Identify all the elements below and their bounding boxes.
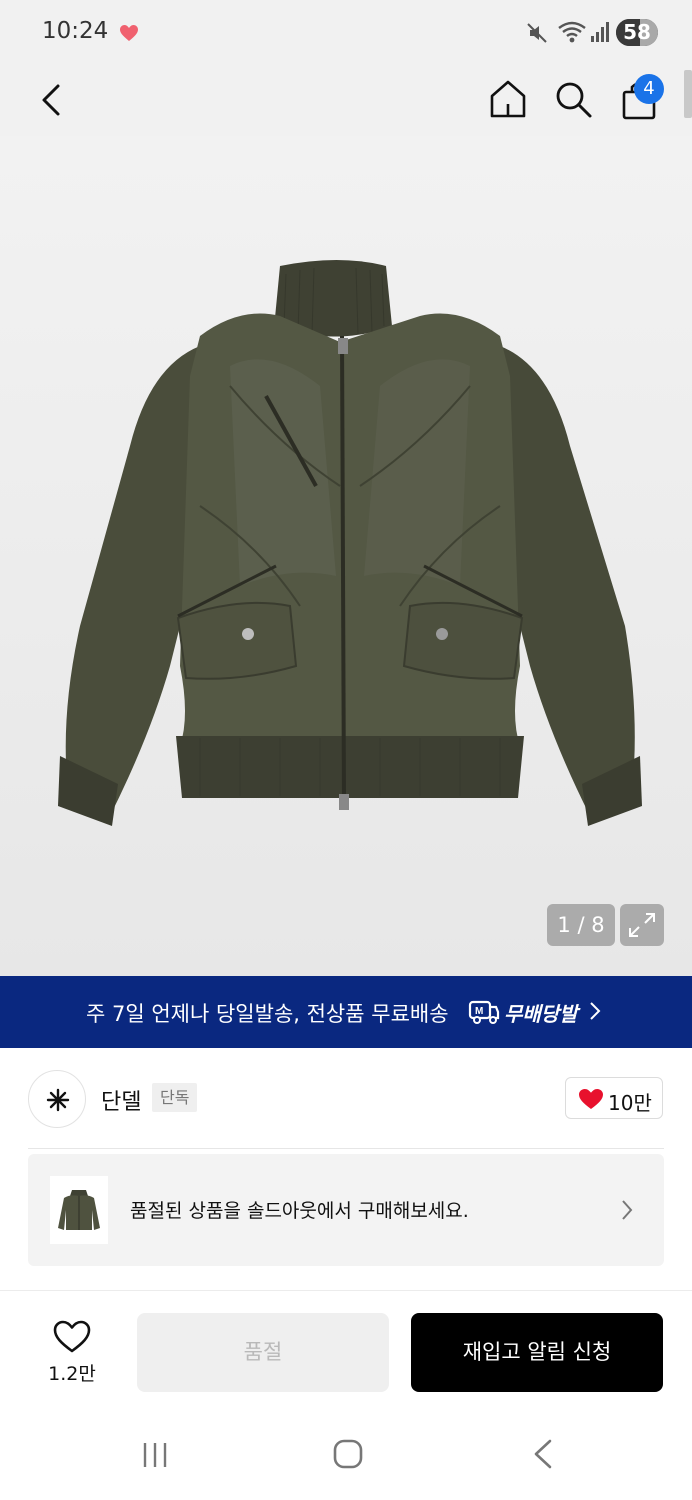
wifi-icon	[558, 21, 586, 43]
system-home-icon[interactable]	[332, 1438, 364, 1470]
mute-icon	[527, 23, 547, 43]
svg-text:M: M	[475, 1006, 483, 1017]
signal-icon	[591, 22, 609, 42]
status-bar: 10:24 58	[0, 0, 692, 66]
soldout-button: 품절	[137, 1313, 389, 1392]
back-icon[interactable]	[36, 80, 72, 120]
brand-logo[interactable]	[28, 1070, 86, 1128]
suggestion-text: 품절된 상품을 솔드아웃에서 구매해보세요.	[130, 1200, 469, 1222]
delivery-logo-text: 무배당발	[504, 1001, 578, 1026]
system-back-icon[interactable]	[530, 1438, 556, 1470]
product-image-carousel[interactable]: 1 / 8	[0, 136, 692, 976]
home-icon[interactable]	[488, 78, 528, 120]
delivery-truck-icon: M	[468, 1000, 500, 1024]
top-nav: 4	[0, 66, 692, 136]
cart-count-badge: 4	[634, 74, 664, 104]
exclusive-tag: 단독	[152, 1083, 198, 1112]
expand-icon	[629, 913, 655, 937]
battery-level: 58	[623, 20, 651, 44]
wishlist-button[interactable]: 1.2만	[40, 1315, 104, 1385]
jacket-image	[58, 260, 642, 826]
brand-row: 단델 단독 10만	[0, 1048, 692, 1148]
divider	[28, 1148, 664, 1149]
soldout-suggestion-card[interactable]: 품절된 상품을 솔드아웃에서 구매해보세요.	[28, 1154, 664, 1266]
restock-alert-button[interactable]: 재입고 알림 신청	[411, 1313, 663, 1392]
brand-like-button[interactable]: 10만	[565, 1077, 663, 1119]
status-time: 10:24	[42, 18, 109, 44]
search-icon[interactable]	[552, 78, 594, 120]
battery-icon: 58	[616, 19, 658, 46]
expand-image-button[interactable]	[620, 904, 664, 946]
heart-notification-icon	[120, 25, 138, 41]
promo-text: 주 7일 언제나 당일발송, 전상품 무료배송	[86, 1002, 449, 1026]
chevron-right-icon	[622, 1200, 633, 1220]
bottom-action-bar: 1.2만 품절 재입고 알림 신청	[0, 1290, 692, 1410]
wishlist-count: 1.2만	[48, 1363, 96, 1385]
scroll-indicator	[684, 70, 692, 118]
heart-outline-icon	[53, 1320, 91, 1353]
brand-name[interactable]: 단델	[101, 1084, 141, 1116]
brand-logo-mark	[46, 1088, 70, 1112]
heart-filled-icon	[579, 1089, 603, 1109]
brand-like-count: 10만	[608, 1091, 652, 1115]
jacket-thumbnail-image	[58, 1190, 100, 1230]
chevron-right-icon	[590, 1002, 601, 1020]
image-counter: 1 / 8	[547, 904, 615, 946]
suggestion-thumbnail	[50, 1176, 108, 1244]
system-nav-bar	[0, 1410, 692, 1500]
recent-apps-icon[interactable]	[140, 1440, 170, 1470]
screen: 10:24 58 4 1 / 8 주 7일 언제나 당일발송, 전상품 무료배송…	[0, 0, 692, 1500]
promo-banner[interactable]: 주 7일 언제나 당일발송, 전상품 무료배송 M 무배당발	[0, 976, 692, 1048]
delivery-logo: M 무배당발	[468, 998, 578, 1026]
